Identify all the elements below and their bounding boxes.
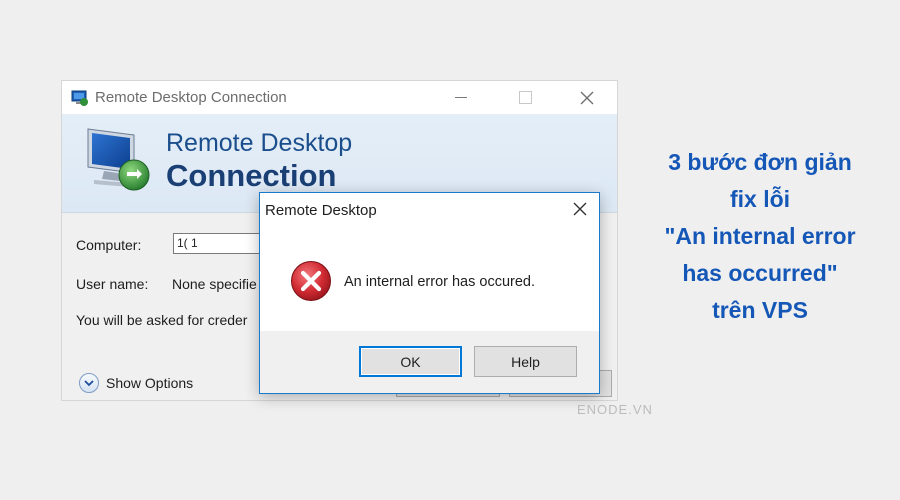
close-button[interactable] xyxy=(564,81,610,114)
error-message: An internal error has occured. xyxy=(344,274,536,290)
headline-line: trên VPS xyxy=(712,297,808,323)
close-icon xyxy=(580,91,594,104)
help-button[interactable]: Help xyxy=(474,346,577,377)
chevron-down-circle-icon xyxy=(79,373,99,393)
banner-title-line2: Connection xyxy=(166,158,337,193)
dialog-close-button[interactable] xyxy=(573,200,587,220)
headline-line: "An internal error xyxy=(664,223,856,249)
minimize-button[interactable] xyxy=(438,81,484,114)
remote-desktop-monitor-icon xyxy=(87,128,150,191)
maximize-icon xyxy=(518,91,532,104)
computer-input[interactable]: 1( 1 xyxy=(173,233,273,254)
headline: 3 bước đơn giản fix lỗi "An internal err… xyxy=(630,144,890,329)
headline-line: 3 bước đơn giản xyxy=(668,149,852,175)
headline-line: fix lỗi xyxy=(729,186,791,212)
window-title: Remote Desktop Connection xyxy=(95,89,287,106)
watermark: ENODE.VN xyxy=(577,402,653,417)
maximize-button[interactable] xyxy=(502,81,548,114)
show-options-toggle[interactable]: Show Options xyxy=(79,373,193,393)
show-options-label: Show Options xyxy=(106,375,194,391)
username-label: User name: xyxy=(76,276,149,292)
window-titlebar: Remote Desktop Connection xyxy=(62,81,617,114)
ok-button[interactable]: OK xyxy=(359,346,462,377)
dialog-footer: OK Help xyxy=(260,331,599,393)
credentials-note: You will be asked for creder xyxy=(76,312,248,328)
dialog-titlebar: Remote Desktop xyxy=(260,193,599,228)
error-x-icon xyxy=(291,261,331,301)
remote-desktop-icon xyxy=(71,90,88,106)
error-dialog: Remote Desktop An internal error has occ… xyxy=(259,192,600,394)
computer-label: Computer: xyxy=(76,237,142,253)
banner-title-line1: Remote Desktop xyxy=(166,129,353,157)
headline-line: has occurred" xyxy=(682,260,838,286)
username-value: None specifie xyxy=(172,276,257,292)
close-icon xyxy=(573,202,587,216)
dialog-title: Remote Desktop xyxy=(265,202,377,219)
minimize-icon xyxy=(455,97,467,98)
